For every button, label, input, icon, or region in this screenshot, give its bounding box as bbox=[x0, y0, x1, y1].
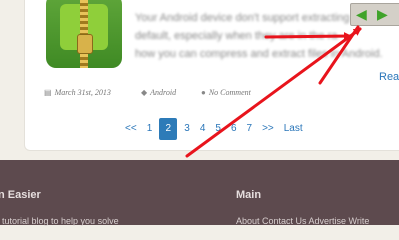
page-link[interactable]: 4 bbox=[195, 118, 211, 140]
page-first-link[interactable]: << bbox=[120, 118, 142, 140]
back-arrow-icon[interactable]: ◀ bbox=[356, 7, 367, 21]
post-date: ▤ March 31st, 2013 bbox=[44, 88, 111, 97]
excerpt-line: how you can compress and extract files i… bbox=[135, 48, 383, 60]
post-date-text: March 31st, 2013 bbox=[54, 88, 111, 97]
calendar-icon: ▤ bbox=[44, 88, 52, 97]
pagination: << 1 2 3 4 5 6 7 >> Last bbox=[120, 118, 308, 140]
page-link[interactable]: 5 bbox=[210, 118, 226, 140]
page-last-link[interactable]: Last bbox=[279, 118, 308, 140]
forward-arrow-icon[interactable]: ▶ bbox=[377, 7, 388, 21]
page-link[interactable]: 3 bbox=[179, 118, 195, 140]
page-link[interactable]: 1 bbox=[142, 118, 158, 140]
footer-about-heading: n Easier bbox=[0, 189, 41, 201]
page-link[interactable]: 7 bbox=[242, 118, 258, 140]
zipper-pull-icon bbox=[77, 34, 93, 54]
post-comments-text[interactable]: No Comment bbox=[209, 88, 251, 97]
post-category-text[interactable]: Android bbox=[150, 88, 176, 97]
page-next-link[interactable]: >> bbox=[257, 118, 279, 140]
page-link[interactable]: 6 bbox=[226, 118, 242, 140]
comment-icon: ● bbox=[201, 88, 206, 97]
post-comments[interactable]: ● No Comment bbox=[201, 88, 251, 97]
page-current[interactable]: 2 bbox=[159, 118, 178, 140]
read-more-link[interactable]: Rea bbox=[379, 71, 399, 83]
post-category[interactable]: ◆ Android bbox=[141, 88, 176, 97]
browser-nav-arrows: ◀ ▶ bbox=[350, 3, 399, 26]
footer-main-links[interactable]: About Contact Us Advertise Write bbox=[236, 216, 369, 226]
post-thumbnail-image[interactable] bbox=[46, 0, 122, 68]
footer-main-heading: Main bbox=[236, 189, 262, 201]
footer-about-text: tutorial blog to help you solve bbox=[2, 216, 119, 226]
tag-icon: ◆ bbox=[141, 88, 148, 97]
site-footer: n Easier tutorial blog to help you solve… bbox=[0, 160, 399, 226]
excerpt-line: default, especially when they are in the… bbox=[135, 30, 338, 42]
